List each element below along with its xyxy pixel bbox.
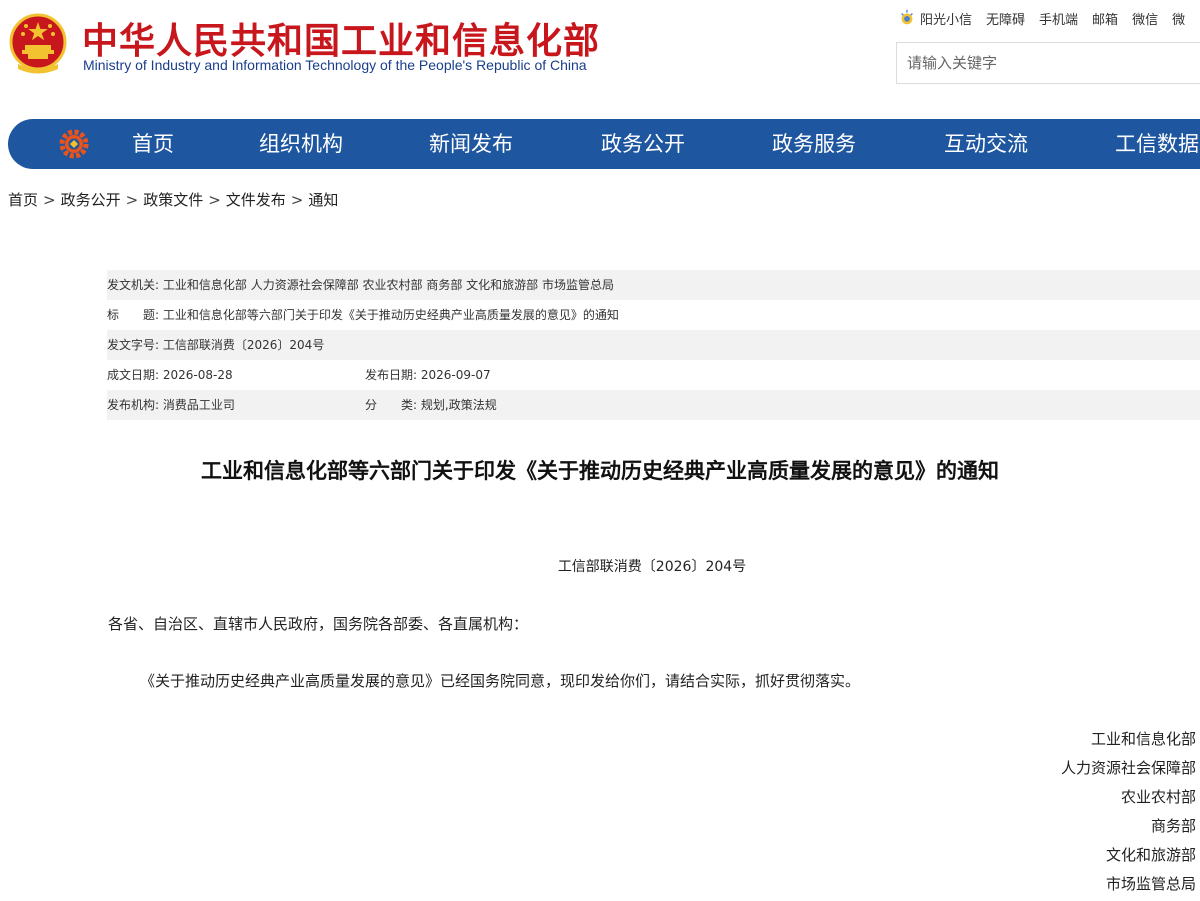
meta-published-label: 发布日期: <box>365 368 418 382</box>
breadcrumb-separator: > <box>43 191 56 209</box>
link-weibo[interactable]: 微 <box>1172 9 1185 28</box>
signatory: 农业农村部 <box>1120 788 1196 806</box>
nav-government-affairs[interactable]: 政务公开 <box>601 119 685 169</box>
link-mailbox[interactable]: 邮箱 <box>1092 9 1118 28</box>
meta-published: 发布日期: 2026-09-07 <box>365 360 491 390</box>
meta-created-label: 成文日期: <box>107 368 160 382</box>
search-input[interactable] <box>897 43 1200 83</box>
meta-docno: 发文字号: 工信部联消费〔2026〕204号 <box>107 330 324 360</box>
signatory: 工业和信息化部 <box>1090 730 1196 748</box>
nav-home[interactable]: 首页 <box>132 119 174 169</box>
signatory: 商务部 <box>1150 817 1196 835</box>
meta-created: 成文日期: 2026-08-28 <box>107 360 233 390</box>
gear-logo-icon[interactable] <box>58 128 90 160</box>
meta-title-value: 工业和信息化部等六部门关于印发《关于推动历史经典产业高质量发展的意见》的通知 <box>162 308 619 322</box>
meta-org-value: 消费品工业司 <box>162 398 235 412</box>
signatories: 工业和信息化部 人力资源社会保障部 农业农村部 商务部 文化和旅游部 市场监管总… <box>1061 727 1196 901</box>
breadcrumb-home[interactable]: 首页 <box>8 191 38 209</box>
meta-category-label: 分 类: <box>365 398 418 412</box>
search-box <box>896 42 1200 84</box>
meta-row-org: 发布机构: 消费品工业司 分 类: 规划,政策法规 <box>107 390 1200 420</box>
document-metadata: 发文机关: 工业和信息化部 人力资源社会保障部 农业农村部 商务部 文化和旅游部… <box>107 270 1200 420</box>
nav-services[interactable]: 政务服务 <box>772 119 856 169</box>
meta-title-label: 标 题: <box>107 308 160 322</box>
meta-title: 标 题: 工业和信息化部等六部门关于印发《关于推动历史经典产业高质量发展的意见》… <box>107 300 619 330</box>
meta-issuer-label: 发文机关: <box>107 278 160 292</box>
breadcrumb-file-release[interactable]: 文件发布 <box>226 191 286 209</box>
breadcrumb-separator: > <box>290 191 304 209</box>
breadcrumb-policy-files[interactable]: 政策文件 <box>143 191 203 209</box>
document-number: 工信部联消费〔2026〕204号 <box>557 559 747 575</box>
meta-issuer-value: 工业和信息化部 人力资源社会保障部 农业农村部 商务部 文化和旅游部 市场监管总… <box>162 278 614 292</box>
link-wechat[interactable]: 微信 <box>1132 9 1158 28</box>
national-emblem-icon[interactable] <box>6 12 70 76</box>
sunshine-icon[interactable] <box>898 9 916 27</box>
meta-row-title: 标 题: 工业和信息化部等六部门关于印发《关于推动历史经典产业高质量发展的意见》… <box>107 300 1200 330</box>
meta-row-dates: 成文日期: 2026-08-28 发布日期: 2026-09-07 <box>107 360 1200 390</box>
site-subtitle: Ministry of Industry and Information Tec… <box>83 57 587 73</box>
main-navigation: 首页 组织机构 新闻发布 政务公开 政务服务 互动交流 工信数据 <box>8 119 1200 169</box>
meta-issuer: 发文机关: 工业和信息化部 人力资源社会保障部 农业农村部 商务部 文化和旅游部… <box>107 270 614 300</box>
nav-data[interactable]: 工信数据 <box>1115 119 1199 169</box>
breadcrumb-separator: > <box>208 191 221 209</box>
meta-category-value: 规划,政策法规 <box>420 398 497 412</box>
meta-category: 分 类: 规划,政策法规 <box>365 390 497 420</box>
meta-published-value: 2026-09-07 <box>420 368 491 382</box>
meta-org-label: 发布机构: <box>107 398 160 412</box>
signatory: 文化和旅游部 <box>1105 846 1196 864</box>
nav-news[interactable]: 新闻发布 <box>429 119 513 169</box>
signatory: 市场监管总局 <box>1105 875 1196 893</box>
breadcrumb-notice[interactable]: 通知 <box>308 191 338 209</box>
document-body: 《关于推动历史经典产业高质量发展的意见》已经国务院同意，现印发给你们，请结合实际… <box>140 672 861 690</box>
document-title: 工业和信息化部等六部门关于印发《关于推动历史经典产业高质量发展的意见》的通知 <box>201 459 999 483</box>
breadcrumb-separator: > <box>125 191 139 209</box>
site-header: 中华人民共和国工业和信息化部 Ministry of Industry and … <box>0 0 1200 110</box>
link-accessibility[interactable]: 无障碍 <box>986 9 1025 28</box>
top-links: 阳光小信 无障碍 手机端 邮箱 微信 微 <box>898 6 1200 30</box>
link-mobile[interactable]: 手机端 <box>1039 9 1078 28</box>
signatory: 人力资源社会保障部 <box>1060 759 1196 777</box>
meta-row-issuer: 发文机关: 工业和信息化部 人力资源社会保障部 农业农村部 商务部 文化和旅游部… <box>107 270 1200 300</box>
meta-org: 发布机构: 消费品工业司 <box>107 390 235 420</box>
nav-organization[interactable]: 组织机构 <box>259 119 343 169</box>
nav-interaction[interactable]: 互动交流 <box>944 119 1028 169</box>
breadcrumb: 首页 > 政务公开 > 政策文件 > 文件发布 > 通知 <box>8 189 338 211</box>
link-sunshine-letter[interactable]: 阳光小信 <box>920 9 972 28</box>
meta-docno-label: 发文字号: <box>107 338 160 352</box>
meta-created-value: 2026-08-28 <box>162 368 233 382</box>
meta-row-docno: 发文字号: 工信部联消费〔2026〕204号 <box>107 330 1200 360</box>
meta-docno-value: 工信部联消费〔2026〕204号 <box>162 338 325 352</box>
breadcrumb-government-affairs[interactable]: 政务公开 <box>61 191 121 209</box>
document-addressee: 各省、自治区、直辖市人民政府，国务院各部委、各直属机构： <box>108 615 529 633</box>
